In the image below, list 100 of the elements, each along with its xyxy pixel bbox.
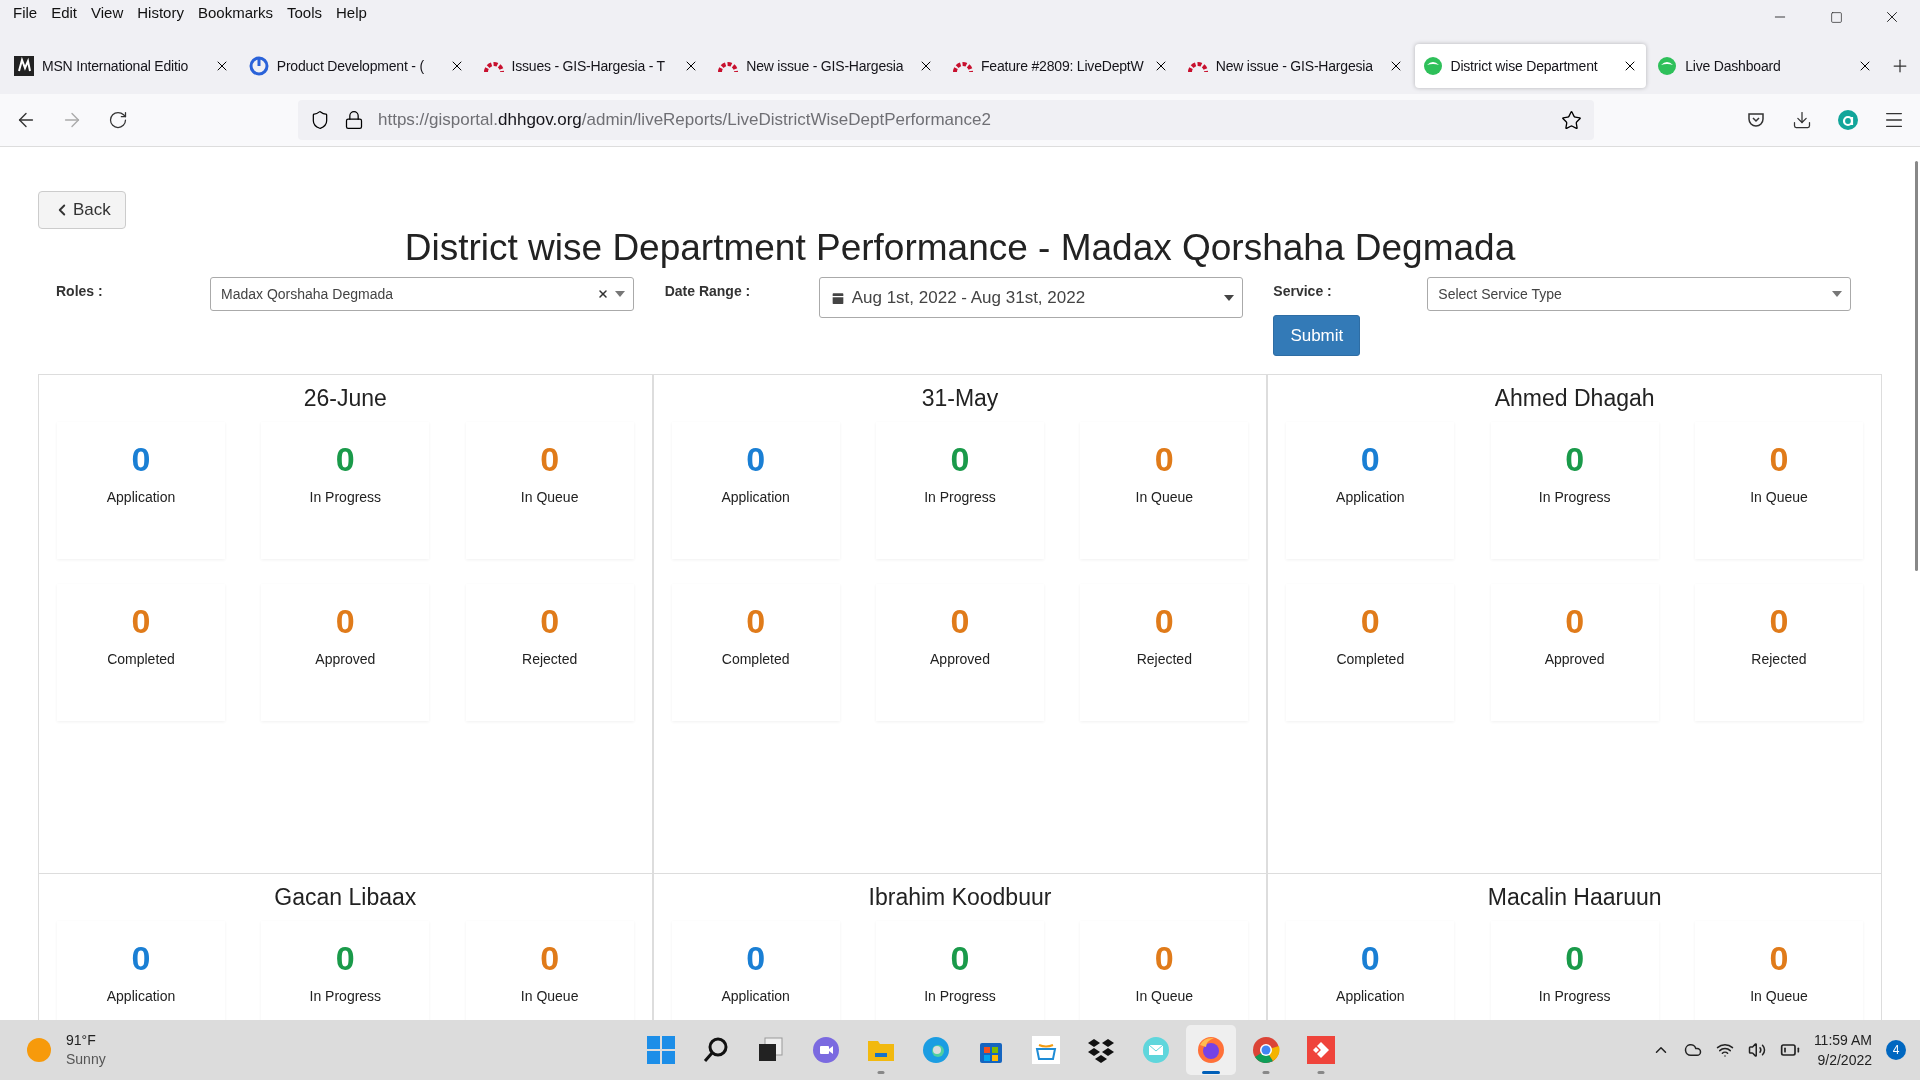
stat-label: In Queue: [1750, 988, 1808, 1004]
cloud-icon[interactable]: [1683, 1041, 1702, 1059]
stat-value: 0: [335, 440, 355, 479]
lock-icon[interactable]: [344, 110, 364, 130]
menu-item[interactable]: History: [130, 3, 191, 21]
district-name: 31-May: [920, 385, 1000, 412]
stat-value: 0: [1565, 440, 1585, 479]
bookmark-star-icon[interactable]: [1561, 109, 1582, 131]
stat-label: Application: [721, 489, 790, 505]
browser-tab[interactable]: Product Development - (: [240, 44, 473, 88]
tab-title: New issue - GIS-Hargesia: [1215, 58, 1374, 74]
stat-value: 0: [1769, 440, 1789, 479]
firefox-icon[interactable]: [1196, 1035, 1226, 1065]
speaker-icon[interactable]: [1747, 1041, 1766, 1059]
stat-value: 0: [1769, 602, 1789, 641]
browser-tab[interactable]: Feature #2809: LiveDeptW: [945, 44, 1177, 88]
stat-label: In Progress: [309, 988, 382, 1004]
stat-value: 0: [335, 602, 355, 641]
select-field[interactable]: Madax Qorshaha Degmada: [210, 277, 634, 311]
browser-tab[interactable]: New issue - GIS-Hargesia: [710, 44, 942, 88]
stat-value: 0: [746, 939, 766, 978]
stat-label: In Progress: [1538, 489, 1611, 505]
shield-icon[interactable]: [310, 110, 330, 130]
date-range-field[interactable]: Aug 1st, 2022 - Aug 31st, 2022: [818, 277, 1243, 318]
browser-tab[interactable]: Issues - GIS-Hargesia - T: [475, 44, 708, 88]
stat-label: Completed: [721, 651, 790, 667]
clear-icon[interactable]: [597, 288, 609, 300]
menu-item[interactable]: File: [6, 3, 45, 21]
browser-tab[interactable]: Live Dashboard: [1649, 44, 1881, 88]
stat-value: 0: [1360, 440, 1380, 479]
tab-title: MSN International Editio: [42, 58, 190, 74]
stat-value: 0: [950, 602, 970, 641]
tab-title: Issues - GIS-Hargesia - T: [511, 58, 666, 74]
browser-tab[interactable]: District wise Department: [1414, 44, 1647, 88]
address-bar[interactable]: https://gisportal.dhhgov.org/admin/liveReports/LiveDistrictWiseDeptPerformance2: [298, 100, 1594, 140]
stat-label: In Queue: [1135, 988, 1194, 1004]
remote-desktop-icon[interactable]: [1306, 1035, 1336, 1065]
menu-item[interactable]: Tools: [280, 3, 329, 21]
back-button[interactable]: Back: [38, 191, 126, 229]
stat-value: 0: [1769, 939, 1789, 978]
tab-title: Feature #2809: LiveDeptW: [981, 58, 1145, 74]
browser-tab[interactable]: MSN International Editio: [6, 44, 238, 88]
extension-icon[interactable]: [1837, 109, 1859, 131]
restore-icon[interactable]: [1829, 10, 1843, 24]
district-name: Ibrahim Koodbuur: [867, 884, 1053, 911]
stat-value: 0: [746, 440, 766, 479]
filter-label: Date Range :: [664, 282, 752, 301]
stat-label: Completed: [1336, 651, 1405, 667]
caret-icon: [615, 291, 625, 297]
stat-label: In Progress: [309, 489, 382, 505]
chrome-icon[interactable]: [1251, 1035, 1281, 1065]
shopping-cart-icon[interactable]: [1031, 1035, 1061, 1065]
menu-item[interactable]: Edit: [44, 3, 85, 21]
weather-text[interactable]: 91°F Sunny: [66, 1031, 106, 1069]
menu-item[interactable]: View: [84, 3, 131, 21]
scrollbar[interactable]: [1915, 161, 1918, 571]
stat-value: 0: [950, 939, 970, 978]
pocket-icon[interactable]: [1746, 110, 1766, 130]
tab-title: District wise Department: [1450, 58, 1599, 74]
stat-label: Rejected: [1136, 651, 1192, 667]
stat-value: 0: [540, 939, 560, 978]
stat-value: 0: [1154, 602, 1174, 641]
menu-item[interactable]: Help: [329, 3, 374, 21]
stat-label: In Progress: [924, 489, 996, 505]
stat-value: 0: [131, 602, 151, 641]
stat-label: In Progress: [1538, 988, 1611, 1004]
wifi-icon[interactable]: [1715, 1041, 1734, 1059]
stat-value: 0: [1565, 939, 1585, 978]
stat-label: In Queue: [1135, 489, 1194, 505]
stat-label: Approved: [315, 651, 376, 667]
stat-value: 0: [1565, 602, 1585, 641]
stat-value: 0: [1360, 602, 1380, 641]
submit-button[interactable]: Submit: [1273, 315, 1361, 356]
tab-title: Product Development - (: [276, 58, 425, 74]
stat-value: 0: [335, 939, 355, 978]
district-name: Macalin Haaruun: [1486, 884, 1663, 911]
stat-label: In Queue: [1750, 489, 1808, 505]
windows-icon[interactable]: [646, 1035, 676, 1065]
stat-label: In Progress: [924, 988, 996, 1004]
notification-badge[interactable]: 4: [1886, 1040, 1906, 1060]
chat-icon[interactable]: [811, 1035, 841, 1065]
menu-item[interactable]: Bookmarks: [190, 3, 280, 21]
stat-value: 0: [1360, 939, 1380, 978]
download-icon[interactable]: [1792, 110, 1812, 130]
district-name: 26-June: [302, 385, 388, 412]
district-name: Gacan Libaax: [273, 884, 418, 911]
browser-tab[interactable]: New issue - GIS-Hargesia: [1179, 44, 1412, 88]
stat-value: 0: [540, 440, 560, 479]
stat-label: Completed: [107, 651, 175, 667]
filter-label: Service :: [1273, 282, 1333, 301]
reload-icon[interactable]: [108, 110, 128, 130]
filter-label: Roles :: [56, 282, 104, 301]
stat-value: 0: [1154, 440, 1174, 479]
power-icon: [248, 56, 269, 76]
clock[interactable]: 11:59 AM 9/2/2022: [1813, 1030, 1872, 1070]
select-field[interactable]: Select Service Type: [1427, 277, 1852, 311]
stat-value: 0: [540, 602, 560, 641]
stat-label: Approved: [930, 651, 990, 667]
news-icon: [14, 56, 34, 76]
district-name: Ahmed Dhagah: [1493, 385, 1656, 412]
